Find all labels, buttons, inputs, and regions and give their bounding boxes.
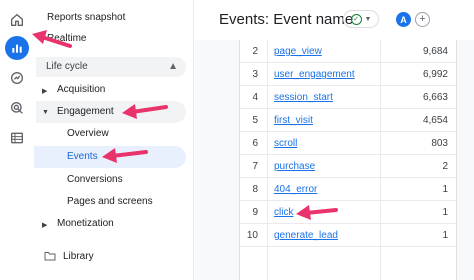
nav-events: Events	[67, 151, 98, 162]
nav-overview[interactable]: Overview	[67, 128, 109, 139]
row-index: 5	[252, 115, 258, 126]
table-row: 5 first_visit 4,654	[240, 109, 456, 132]
folder-icon	[44, 252, 56, 261]
bar-chart-icon	[12, 44, 22, 53]
events-table: 2 page_view 9,684 3 user_engagement 6,992 4 ses…	[239, 40, 457, 280]
explore-button[interactable]	[5, 66, 29, 90]
event-count: 9,684	[422, 46, 448, 57]
nav-events-selected[interactable]: Events	[34, 146, 186, 168]
reports-button[interactable]	[5, 36, 29, 60]
event-name-link[interactable]: first_visit	[274, 115, 313, 126]
chevron-up-icon: ▲	[168, 61, 178, 72]
event-count: 1	[442, 230, 448, 241]
nav-pages-and-screens[interactable]: Pages and screens	[67, 196, 153, 207]
row-index: 3	[252, 69, 258, 80]
comparison-avatar[interactable]: A	[396, 12, 411, 27]
table-row: 8 404_error 1	[240, 178, 456, 201]
event-name-link[interactable]: user_engagement	[274, 69, 355, 80]
nav-conversions[interactable]: Conversions	[67, 174, 123, 185]
configure-button[interactable]	[5, 126, 29, 150]
add-comparison-button[interactable]: +	[415, 12, 430, 27]
target-icon	[11, 102, 23, 114]
table-row: 4 session_start 6,663	[240, 86, 456, 109]
check-circle-icon: ✓	[350, 13, 362, 25]
table-row: 3 user_engagement 6,992	[240, 63, 456, 86]
home-icon	[11, 13, 23, 26]
event-name-link[interactable]: click	[274, 207, 293, 218]
nav-library[interactable]: Library	[63, 251, 94, 262]
event-count: 6,663	[422, 92, 448, 103]
event-name-link[interactable]: session_start	[274, 92, 333, 103]
event-name-link[interactable]: generate_lead	[274, 230, 338, 241]
nav-reports-snapshot[interactable]: Reports snapshot	[47, 12, 125, 23]
event-count: 1	[442, 184, 448, 195]
nav-engagement: Engagement	[57, 106, 114, 117]
event-count: 2	[442, 161, 448, 172]
row-index: 7	[252, 161, 258, 172]
nav-engagement-row[interactable]: ▼ Engagement	[36, 101, 186, 123]
event-name-link[interactable]: page_view	[274, 46, 322, 57]
row-index: 10	[246, 230, 258, 241]
caret-down-icon: ▼	[364, 15, 372, 23]
status-dropdown[interactable]: ✓ ▼	[343, 10, 379, 28]
report-content: 2 page_view 9,684 3 user_engagement 6,992 4 ses…	[195, 40, 474, 280]
event-name-link[interactable]: 404_error	[274, 184, 317, 195]
left-rail	[0, 0, 34, 280]
report-nav: Reports snapshot Realtime Life cycle ▲ ▶…	[34, 0, 194, 280]
nav-acquisition[interactable]: Acquisition	[57, 84, 105, 95]
report-header: Events: Event name ✓ ▼ A +	[195, 0, 474, 40]
table-row: 9 click 1	[240, 201, 456, 224]
nav-section-life-cycle[interactable]: Life cycle ▲	[36, 57, 186, 77]
table-row: 6 scroll 803	[240, 132, 456, 155]
expand-acquisition-icon[interactable]: ▶	[42, 87, 47, 95]
list-icon	[11, 132, 23, 144]
row-index: 6	[252, 138, 258, 149]
row-index: 9	[252, 207, 258, 218]
home-button[interactable]	[5, 8, 29, 32]
row-index: 8	[252, 184, 258, 195]
expand-monetization-icon[interactable]: ▶	[42, 221, 47, 229]
table-row: 10 generate_lead 1	[240, 224, 456, 247]
explore-icon	[11, 72, 23, 84]
row-index: 4	[252, 92, 258, 103]
table-row: 7 purchase 2	[240, 155, 456, 178]
event-count: 4,654	[422, 115, 448, 126]
event-count: 803	[431, 138, 448, 149]
event-count: 1	[442, 207, 448, 218]
event-name-link[interactable]: purchase	[274, 161, 315, 172]
page-title: Events: Event name	[219, 11, 354, 28]
event-count: 6,992	[422, 69, 448, 80]
table-row: 2 page_view 9,684	[240, 40, 456, 63]
life-cycle-label: Life cycle	[46, 61, 88, 72]
advertising-button[interactable]	[5, 96, 29, 120]
collapse-engagement-icon[interactable]: ▼	[42, 109, 49, 116]
nav-realtime[interactable]: Realtime	[47, 33, 86, 44]
row-index: 2	[252, 46, 258, 57]
event-name-link[interactable]: scroll	[274, 138, 297, 149]
nav-monetization[interactable]: Monetization	[57, 218, 114, 229]
